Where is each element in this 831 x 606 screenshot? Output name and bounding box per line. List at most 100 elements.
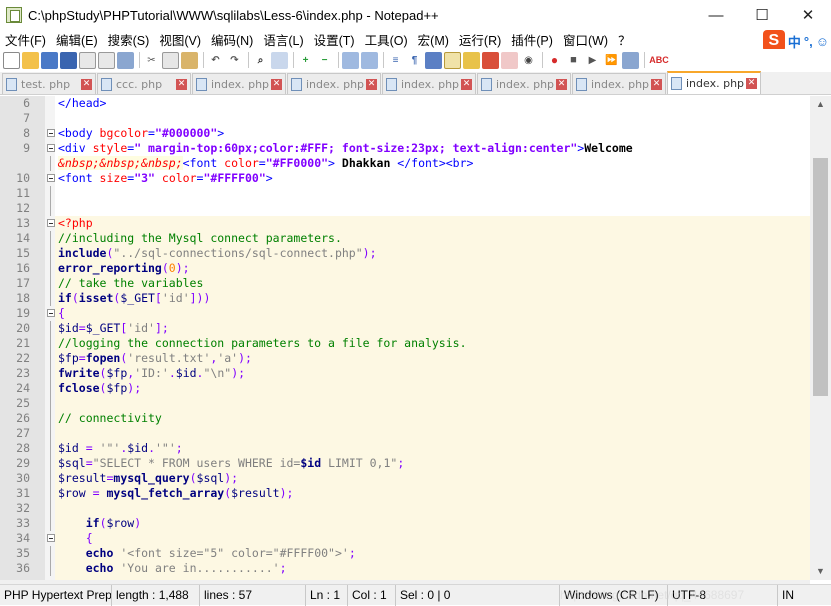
preview-eye-icon[interactable]: ◉: [520, 52, 537, 69]
scroll-up-icon[interactable]: ▲: [810, 96, 831, 113]
code-line: 7: [23, 111, 30, 125]
menu-help[interactable]: ？: [613, 30, 636, 49]
indent-guide-icon[interactable]: [425, 51, 442, 69]
scroll-thumb[interactable]: [813, 158, 828, 396]
code-line: 18 if(isset($_GET['id'])): [16, 291, 211, 306]
replace-icon[interactable]: [271, 51, 288, 69]
code-line: 19{: [16, 306, 65, 320]
fold-toggle-icon[interactable]: [47, 129, 55, 137]
menu-search[interactable]: 搜索(S): [103, 30, 155, 49]
code-line: 28 $id = '"'.$id.'"';: [16, 441, 183, 456]
sync-vertical-icon[interactable]: [342, 51, 359, 69]
tab-file[interactable]: ccc. php ✕: [97, 73, 191, 94]
tab-file[interactable]: index. php ✕: [477, 73, 571, 94]
fold-toggle-icon[interactable]: [47, 534, 55, 542]
fold-toggle-icon[interactable]: [47, 219, 55, 227]
record-macro-icon[interactable]: ●: [546, 52, 563, 69]
cut-icon[interactable]: ✂: [143, 52, 160, 69]
code-line: 14//including the Mysql connect paramete…: [16, 231, 342, 246]
redo-icon[interactable]: ↷: [226, 52, 243, 69]
scroll-down-icon[interactable]: ▼: [810, 563, 831, 580]
close-file-icon[interactable]: [79, 51, 96, 69]
zoom-in-icon[interactable]: +: [297, 52, 314, 69]
zoom-out-icon[interactable]: −: [316, 52, 333, 69]
menu-tools[interactable]: 工具(O): [360, 30, 413, 49]
monitoring-icon[interactable]: [501, 51, 518, 69]
minimize-button[interactable]: —: [693, 0, 739, 30]
code-line: 29 $sql="SELECT * FROM users WHERE id=$id…: [16, 456, 405, 471]
undo-icon[interactable]: ↶: [207, 52, 224, 69]
save-all-icon[interactable]: [60, 51, 77, 69]
toolbar-separator: [293, 52, 294, 68]
menu-settings[interactable]: 设置(T): [309, 30, 360, 49]
close-button[interactable]: ✕: [785, 0, 831, 30]
code-line: 12: [0, 201, 810, 216]
tab-close-icon[interactable]: ✕: [651, 78, 662, 90]
play-macro-icon[interactable]: ▶: [584, 52, 601, 69]
show-all-chars-icon[interactable]: ¶: [406, 52, 423, 69]
menu-language[interactable]: 语言(L): [258, 30, 308, 49]
maximize-button[interactable]: ☐: [739, 0, 785, 30]
menu-run[interactable]: 运行(R): [454, 30, 506, 49]
code-line: 36 echo 'You are in...........';: [16, 561, 287, 576]
tab-file[interactable]: index. php ✕: [382, 73, 476, 94]
toolbar-separator: [203, 52, 204, 68]
stop-macro-icon[interactable]: ■: [565, 52, 582, 69]
tab-close-icon[interactable]: ✕: [271, 78, 282, 90]
tab-label: test. php: [21, 77, 71, 91]
code-line: 17// take the variables: [16, 276, 204, 291]
paste-icon[interactable]: [181, 51, 198, 69]
menu-edit[interactable]: 编辑(E): [51, 30, 103, 49]
menu-window[interactable]: 窗口(W): [558, 30, 613, 49]
close-all-icon[interactable]: [98, 51, 115, 69]
ime-mode-label[interactable]: 中: [788, 32, 801, 51]
tab-file-active[interactable]: index. php ✕: [667, 71, 761, 94]
fold-toggle-icon[interactable]: [47, 144, 55, 152]
code-line: 31 $row = mysql_fetch_array($result);: [16, 486, 294, 501]
find-icon[interactable]: ⌕: [252, 52, 269, 69]
code-line: 21//logging the connection parameters to…: [16, 336, 467, 351]
menu-macro[interactable]: 宏(M): [413, 30, 454, 49]
tab-file[interactable]: test. php ✕: [2, 73, 96, 94]
ime-emoji-icon[interactable]: ☺: [816, 34, 829, 49]
status-length: length : 1,488: [112, 584, 200, 606]
fold-toggle-icon[interactable]: [47, 309, 55, 317]
vertical-scrollbar[interactable]: ▲ ▼: [810, 96, 831, 580]
save-icon[interactable]: [41, 51, 58, 69]
code-line: 30 $result=mysql_query($sql);: [16, 471, 239, 486]
copy-icon[interactable]: [162, 51, 179, 69]
fold-toggle-icon[interactable]: [47, 174, 55, 182]
tab-close-icon[interactable]: ✕: [461, 78, 472, 90]
spell-check-icon[interactable]: ABC: [648, 52, 670, 69]
print-icon[interactable]: [117, 51, 134, 69]
save-macro-icon[interactable]: [622, 51, 639, 69]
toolbar-separator: [248, 52, 249, 68]
menu-view[interactable]: 视图(V): [154, 30, 206, 49]
menu-plugins[interactable]: 插件(P): [506, 30, 558, 49]
menu-file[interactable]: 文件(F): [0, 30, 51, 49]
tab-label: ccc. php: [116, 77, 163, 91]
tab-close-icon[interactable]: ✕: [366, 78, 377, 90]
sync-horizontal-icon[interactable]: [361, 51, 378, 69]
status-language: PHP Hypertext Prep: [0, 584, 112, 606]
tab-file[interactable]: index. php ✕: [192, 73, 286, 94]
tab-file[interactable]: index. php ✕: [287, 73, 381, 94]
tab-close-icon[interactable]: ✕: [81, 78, 92, 90]
tab-close-icon[interactable]: ✕: [176, 78, 187, 90]
toolbar-separator: [383, 52, 384, 68]
code-editor[interactable]: 6 </head> 7 8 <body bgcolor="#000000"> 9 <d…: [0, 96, 831, 580]
tab-close-icon[interactable]: ✕: [556, 78, 567, 90]
toolbar-separator: [139, 52, 140, 68]
tab-close-icon[interactable]: ✕: [746, 78, 757, 89]
run-macro-multiple-icon[interactable]: ⏩: [603, 52, 620, 69]
function-list-icon[interactable]: [463, 51, 480, 69]
tab-file[interactable]: index. php ✕: [572, 73, 666, 94]
doc-map-icon[interactable]: [444, 51, 461, 69]
menu-encoding[interactable]: 编码(N): [206, 30, 258, 49]
ime-punct-label[interactable]: °,: [804, 34, 813, 49]
code-line: 8 <body bgcolor="#000000">: [23, 126, 225, 140]
folder-workspace-icon[interactable]: [482, 51, 499, 69]
new-file-icon[interactable]: [3, 51, 20, 69]
open-file-icon[interactable]: [22, 51, 39, 69]
word-wrap-icon[interactable]: ≡: [387, 52, 404, 69]
